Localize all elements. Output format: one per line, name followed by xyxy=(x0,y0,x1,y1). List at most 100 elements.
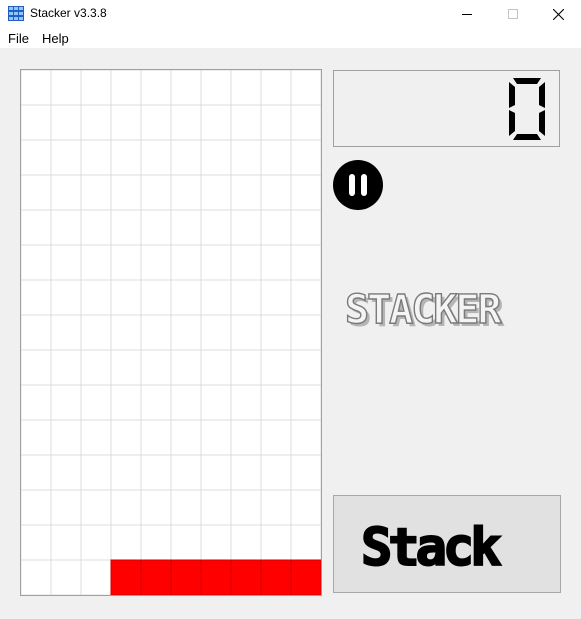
window-title: Stacker v3.3.8 xyxy=(30,6,107,20)
board-cell xyxy=(230,489,262,526)
board-cell xyxy=(200,349,232,386)
board-cell xyxy=(230,174,262,211)
board-cell xyxy=(230,349,262,386)
board-cell xyxy=(110,244,142,281)
board-cell xyxy=(80,314,112,351)
board-cell xyxy=(200,104,232,141)
close-icon xyxy=(552,8,564,20)
board-cell xyxy=(170,524,202,561)
board-cell xyxy=(200,139,232,176)
filled-block xyxy=(230,559,262,595)
game-board[interactable] xyxy=(20,69,322,596)
board-cell xyxy=(200,314,232,351)
board-cell xyxy=(110,524,142,561)
board-cell xyxy=(110,139,142,176)
board-cell xyxy=(110,419,142,456)
board-cell xyxy=(140,174,172,211)
board-cell xyxy=(50,384,82,421)
board-cell xyxy=(260,419,292,456)
board-cell xyxy=(110,454,142,491)
board-cell xyxy=(110,104,142,141)
board-cell xyxy=(140,70,172,106)
board-cell xyxy=(21,244,52,281)
board-cell xyxy=(80,279,112,316)
board-cell xyxy=(50,139,82,176)
score-value: 0 xyxy=(509,78,545,140)
board-cell xyxy=(170,70,202,106)
board-cell xyxy=(230,384,262,421)
board-cell xyxy=(80,174,112,211)
board-cell xyxy=(110,70,142,106)
board-cell xyxy=(200,279,232,316)
board-cell xyxy=(80,244,112,281)
close-button[interactable] xyxy=(535,0,581,28)
board-cell xyxy=(80,559,112,595)
board-cell xyxy=(260,279,292,316)
board-cell xyxy=(21,454,52,491)
board-cell xyxy=(140,209,172,246)
board-cell xyxy=(80,419,112,456)
logo-text: STACKER STACKER xyxy=(344,286,507,336)
board-cell xyxy=(21,349,52,386)
board-cell xyxy=(260,104,292,141)
board-cell xyxy=(260,70,292,106)
board-cell xyxy=(200,524,232,561)
board-cell xyxy=(50,174,82,211)
board-cell xyxy=(290,454,321,491)
filled-block xyxy=(140,559,172,595)
board-cell xyxy=(290,489,321,526)
board-cell xyxy=(21,524,52,561)
board-cell xyxy=(200,244,232,281)
board-cell xyxy=(200,70,232,106)
board-cell xyxy=(230,454,262,491)
board-cell xyxy=(290,419,321,456)
board-cell xyxy=(290,70,321,106)
board-cell xyxy=(80,524,112,561)
pause-icon xyxy=(349,174,367,196)
board-cell xyxy=(200,209,232,246)
board-cell xyxy=(50,70,82,106)
filled-block xyxy=(260,559,292,595)
board-cell xyxy=(170,489,202,526)
board-cell xyxy=(110,489,142,526)
minimize-button[interactable] xyxy=(444,0,490,28)
board-cell xyxy=(140,349,172,386)
title-bar: Stacker v3.3.8 xyxy=(0,0,581,28)
board-cell xyxy=(260,244,292,281)
board-cell xyxy=(230,279,262,316)
maximize-button[interactable] xyxy=(490,0,536,28)
board-cell xyxy=(230,419,262,456)
board-cell xyxy=(290,139,321,176)
board-cell xyxy=(110,349,142,386)
maximize-icon xyxy=(508,9,518,19)
board-cell xyxy=(110,279,142,316)
board-cell xyxy=(200,384,232,421)
board-cell xyxy=(290,349,321,386)
board-cell xyxy=(290,384,321,421)
board-cell xyxy=(140,314,172,351)
board-cell xyxy=(200,454,232,491)
menu-bar: File Help xyxy=(0,28,581,48)
board-cell xyxy=(21,139,52,176)
board-cell xyxy=(140,489,172,526)
board-cell xyxy=(80,70,112,106)
board-cell xyxy=(50,489,82,526)
pause-button[interactable] xyxy=(333,160,383,210)
board-cell xyxy=(260,349,292,386)
board-cell xyxy=(230,244,262,281)
board-cell xyxy=(170,104,202,141)
board-grid xyxy=(21,70,321,595)
menu-file[interactable]: File xyxy=(8,31,29,46)
board-cell xyxy=(50,244,82,281)
board-cell xyxy=(290,279,321,316)
board-cell xyxy=(140,454,172,491)
menu-help[interactable]: Help xyxy=(42,31,69,46)
board-cell xyxy=(50,104,82,141)
board-cell xyxy=(50,524,82,561)
board-cell xyxy=(140,384,172,421)
board-cell xyxy=(50,314,82,351)
board-cell xyxy=(140,419,172,456)
board-cell xyxy=(140,279,172,316)
stack-button[interactable]: Stack xyxy=(333,495,561,593)
board-cell xyxy=(80,104,112,141)
